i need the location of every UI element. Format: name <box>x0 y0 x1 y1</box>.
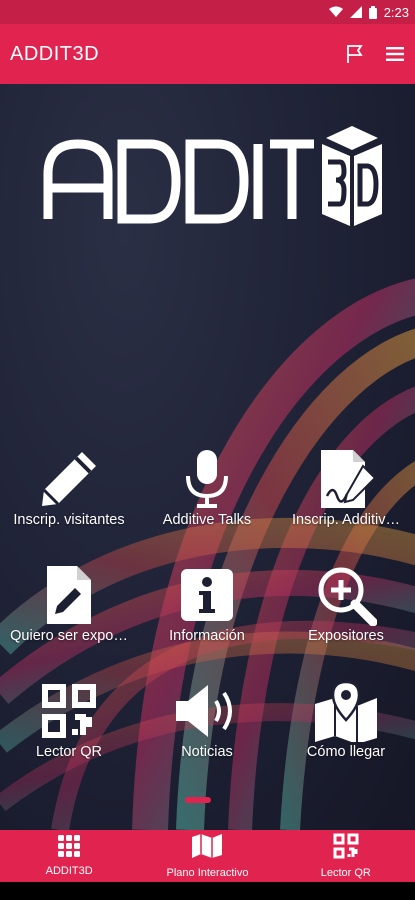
tile-label: Información <box>169 628 245 644</box>
nav-label: ADDIT3D <box>45 865 93 877</box>
flag-icon[interactable] <box>335 34 375 74</box>
qr-icon <box>333 833 359 864</box>
zoom-in-icon <box>315 562 377 628</box>
addit3d-logo <box>0 122 415 232</box>
tile-inscrip-visitantes[interactable]: Inscrip. visitantes <box>0 446 138 546</box>
pencil-icon <box>38 446 100 512</box>
document-signature-icon <box>315 446 377 512</box>
page-indicator <box>185 797 211 803</box>
tile-label: Lector QR <box>35 744 103 760</box>
bottom-navigation: ADDIT3D Plano Interactivo Lector QR <box>0 830 415 882</box>
tile-label: Additive Talks <box>162 512 252 528</box>
nav-addit3d[interactable]: ADDIT3D <box>0 830 138 882</box>
tile-label: Cómo llegar <box>306 744 386 760</box>
tile-lector-qr[interactable]: Lector QR <box>0 678 138 778</box>
system-navigation-bar <box>0 882 415 900</box>
map-pin-icon <box>313 678 379 744</box>
tile-label: Inscrip. Additiv… <box>292 512 400 528</box>
battery-icon <box>368 5 377 19</box>
document-edit-icon <box>43 562 95 628</box>
status-time: 2:23 <box>383 4 409 20</box>
tile-informacion[interactable]: Información <box>138 562 276 662</box>
nav-label: Lector QR <box>320 867 371 879</box>
home-screen: Inscrip. visitantes Additive Talks Inscr… <box>0 84 415 830</box>
nav-lector-qr[interactable]: Lector QR <box>277 830 415 882</box>
status-bar: 2:23 <box>0 0 415 24</box>
tile-quiero-ser-expositor[interactable]: Quiero ser expo… <box>0 562 138 662</box>
speaker-icon <box>174 678 240 744</box>
tile-expositores[interactable]: Expositores <box>277 562 415 662</box>
tile-inscrip-additive[interactable]: Inscrip. Additiv… <box>277 446 415 546</box>
tile-label: Noticias <box>181 744 233 760</box>
wifi-icon <box>328 6 343 18</box>
tile-noticias[interactable]: Noticias <box>138 678 276 778</box>
tile-como-llegar[interactable]: Cómo llegar <box>277 678 415 778</box>
info-icon <box>179 562 235 628</box>
nav-label: Plano Interactivo <box>166 867 249 879</box>
map-icon <box>191 833 223 864</box>
app-title: ADDIT3D <box>10 42 100 65</box>
qr-icon <box>41 678 97 744</box>
signal-icon <box>349 6 362 18</box>
tile-label: Quiero ser expo… <box>10 628 128 644</box>
tile-label: Inscrip. visitantes <box>13 512 125 528</box>
menu-icon[interactable] <box>375 34 415 74</box>
microphone-icon <box>182 446 232 512</box>
nav-plano-interactivo[interactable]: Plano Interactivo <box>138 830 276 882</box>
app-bar: ADDIT3D <box>0 24 415 84</box>
tile-label: Expositores <box>308 628 384 644</box>
grid-icon <box>58 835 81 862</box>
tile-additive-talks[interactable]: Additive Talks <box>138 446 276 546</box>
